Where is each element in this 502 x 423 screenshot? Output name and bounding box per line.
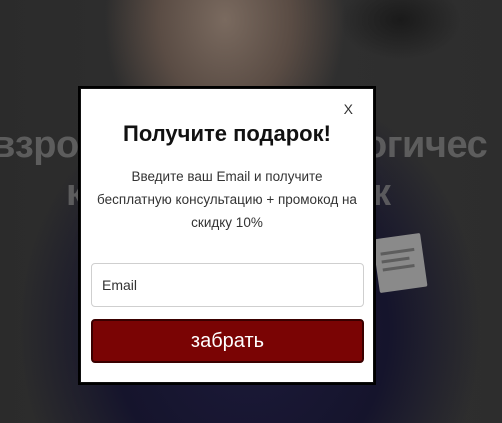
badge-line: [381, 256, 410, 264]
page: взро огичес к к X Получите подарок! Введ…: [0, 0, 502, 423]
submit-button[interactable]: забрать: [91, 319, 364, 363]
close-button[interactable]: X: [344, 101, 353, 117]
gift-popup: X Получите подарок! Введите ваш Email и …: [80, 88, 374, 383]
background-headline-line2-right: к: [372, 172, 392, 214]
background-name-badge: [372, 232, 428, 294]
popup-title: Получите подарок!: [123, 121, 331, 146]
popup-description: Введите ваш Email и получите бесплатную …: [97, 169, 357, 230]
badge-line: [382, 264, 415, 272]
badge-line: [380, 247, 415, 256]
background-headline-left: взро: [0, 124, 79, 166]
background-headline-right: огичес: [364, 124, 488, 166]
email-field[interactable]: [91, 263, 364, 307]
